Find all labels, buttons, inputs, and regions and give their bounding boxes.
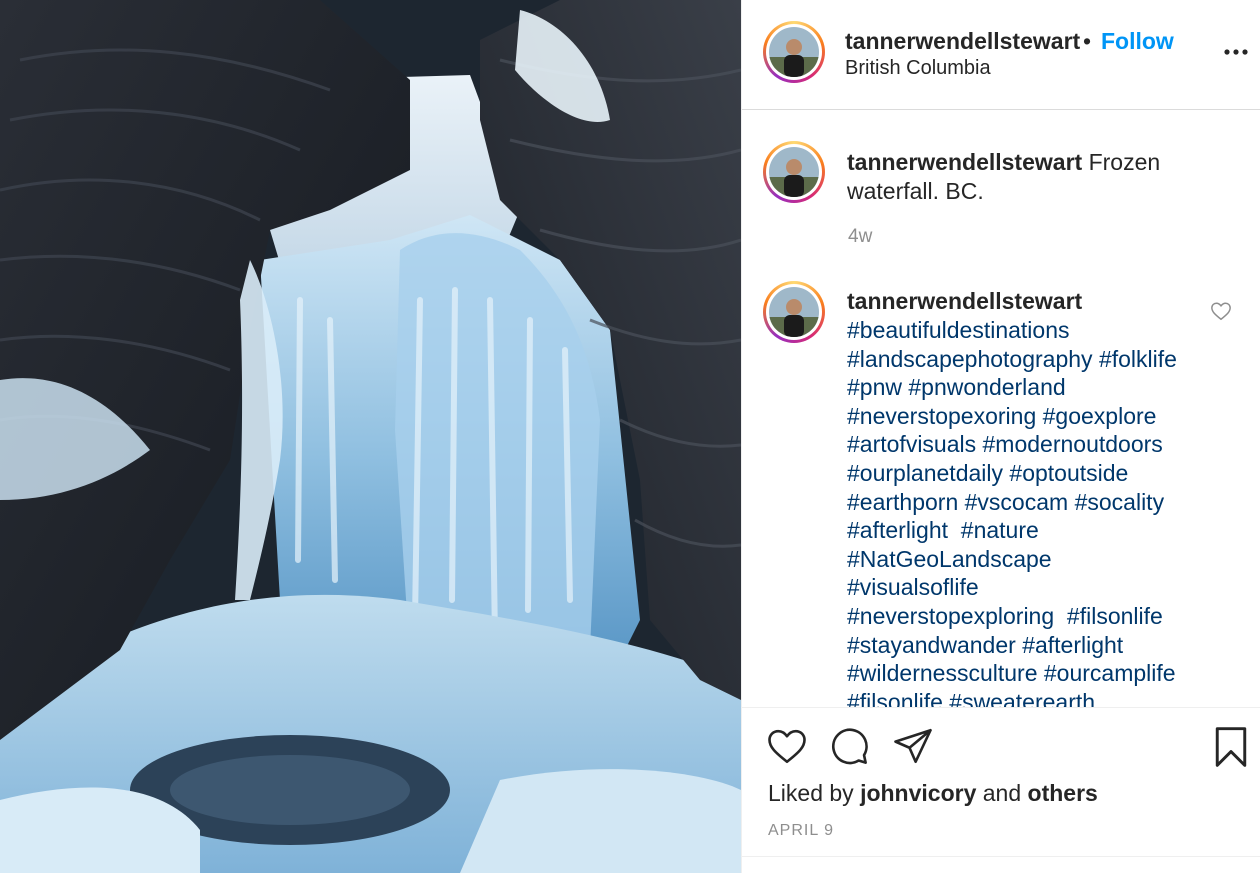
post-panel: tannerwendellstewart • Follow British Co… — [741, 0, 1260, 873]
liked-by-prefix: Liked by — [768, 780, 854, 806]
action-bar: Liked by johnvicory and others APRIL 9 — [742, 707, 1260, 873]
liked-by-others-link[interactable]: others — [1028, 780, 1098, 806]
header-username[interactable]: tannerwendellstewart — [845, 28, 1080, 55]
hashtag-link[interactable]: #nature — [961, 517, 1039, 543]
comment-avatar[interactable] — [763, 281, 825, 343]
hashtag-link[interactable]: #earthporn — [847, 489, 958, 515]
separator-dot: • — [1083, 28, 1092, 54]
caption-username[interactable]: tannerwendellstewart — [847, 149, 1082, 175]
bookmark-icon[interactable] — [1211, 725, 1251, 769]
heart-icon[interactable] — [766, 725, 808, 767]
hashtag-link[interactable]: #stayandwander — [847, 632, 1016, 658]
frozen-waterfall-image — [0, 0, 741, 873]
comments-area[interactable]: tannerwendellstewart Frozen waterfall. B… — [742, 110, 1260, 707]
hashtag-link[interactable]: #wildernessculture — [847, 660, 1037, 686]
comment-icon[interactable] — [828, 725, 870, 767]
liked-by-and: and — [982, 780, 1022, 806]
more-horizontal-icon[interactable] — [1223, 42, 1249, 62]
like-comment-heart-icon[interactable] — [1210, 300, 1232, 322]
liked-by-user-link[interactable]: johnvicory — [860, 780, 976, 806]
avatar[interactable] — [763, 21, 825, 83]
hashtag-link[interactable]: #pnw — [847, 374, 902, 400]
avatar-photo — [769, 147, 819, 197]
hashtag-link[interactable]: #afterlight — [1022, 632, 1123, 658]
hashtag-link[interactable]: #visualsoflife — [847, 574, 979, 600]
avatar-photo — [769, 27, 819, 77]
caption-timestamp[interactable]: 4w — [848, 226, 872, 248]
caption: tannerwendellstewart Frozen waterfall. B… — [847, 148, 1227, 206]
hashtag-link[interactable]: #sweaterearth — [949, 689, 1095, 707]
post-date[interactable]: APRIL 9 — [768, 822, 834, 840]
hashtag-link[interactable]: #beautifuldestinations — [847, 317, 1070, 343]
hashtag-link[interactable]: #neverstopexploring — [847, 603, 1054, 629]
hashtag-link[interactable]: #ourplanetdaily — [847, 460, 1003, 486]
post-header: tannerwendellstewart • Follow British Co… — [742, 0, 1260, 110]
avatar-photo — [769, 287, 819, 337]
hashtag-link[interactable]: #socality — [1075, 489, 1164, 515]
hashtag-link[interactable]: #neverstopexoring — [847, 403, 1036, 429]
hashtag-link[interactable]: #NatGeoLandscape — [847, 546, 1052, 572]
share-icon[interactable] — [892, 725, 934, 767]
follow-button[interactable]: Follow — [1101, 28, 1174, 55]
hashtag-link[interactable]: #filsonlife — [1067, 603, 1163, 629]
hashtag-link[interactable]: #artofvisuals — [847, 431, 976, 457]
hashtag-list: #beautifuldestinations #landscapephotogr… — [847, 316, 1207, 707]
hashtag-link[interactable]: #pnwonderland — [908, 374, 1065, 400]
location-link[interactable]: British Columbia — [845, 57, 991, 80]
likes-summary: Liked by johnvicory and others — [768, 780, 1098, 807]
comment-username[interactable]: tannerwendellstewart — [847, 288, 1082, 315]
post-photo[interactable] — [0, 0, 741, 873]
divider — [742, 856, 1260, 857]
hashtag-link[interactable]: #landscapephotography — [847, 346, 1093, 372]
hashtag-link[interactable]: #filsonlife — [847, 689, 943, 707]
hashtag-link[interactable]: #vscocam — [965, 489, 1069, 515]
hashtag-link[interactable]: #optoutside — [1009, 460, 1128, 486]
hashtag-link[interactable]: #ourcamplife — [1044, 660, 1176, 686]
hashtag-link[interactable]: #modernoutdoors — [983, 431, 1163, 457]
caption-avatar[interactable] — [763, 141, 825, 203]
hashtag-link[interactable]: #folklife — [1099, 346, 1177, 372]
hashtag-link[interactable]: #goexplore — [1043, 403, 1157, 429]
hashtag-link[interactable]: #afterlight — [847, 517, 948, 543]
